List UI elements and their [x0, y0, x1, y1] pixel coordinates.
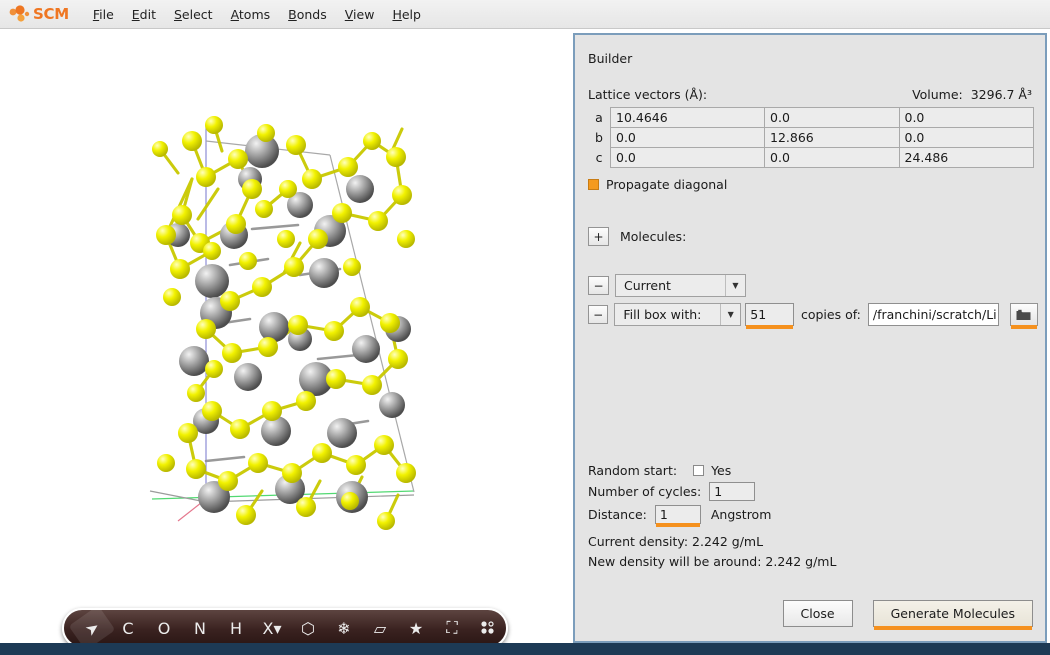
favorite-star-tool[interactable]: ★ [398, 613, 434, 643]
nitrogen-tool[interactable]: N [182, 613, 218, 643]
add-molecule-button[interactable]: + [588, 227, 609, 246]
lattice-vectors-label: Lattice vectors (Å): [588, 87, 708, 102]
lattice-b-z[interactable]: 0.0 [898, 127, 1034, 148]
lattice-row-label-c: c [595, 150, 603, 165]
molecule-row-fill-box: − Fill box with: ▼ 51 copies of: /franch… [588, 302, 1038, 329]
molecule-render [149, 116, 416, 530]
molecule-mode-select-1[interactable]: Current ▼ [615, 274, 746, 297]
molecule-rows: − Current ▼ − Fill box with: ▼ 51 copies… [588, 273, 1038, 329]
molecule-path-input[interactable]: /franchini/scratch/Li [867, 303, 999, 326]
close-button[interactable]: Close [782, 600, 853, 627]
lattice-b-x[interactable]: 0.0 [609, 127, 766, 148]
table-row: c 0.0 0.0 24.486 [588, 147, 1034, 168]
remove-molecule-row-1-button[interactable]: − [588, 276, 609, 295]
table-row: b 0.0 12.866 0.0 [588, 127, 1034, 148]
remove-molecule-row-2-button[interactable]: − [588, 305, 609, 324]
molecule-path-value: /franchini/scratch/Li [872, 307, 997, 322]
folder-icon [1016, 309, 1031, 320]
ring-tool[interactable]: ⬡ [290, 613, 326, 643]
propagate-diagonal-label: Propagate diagonal [606, 177, 728, 192]
builder-title: Builder [588, 51, 633, 66]
atom-tool-bar: ➤ C O N H X▾ ⬡ ❄ ▱ ★ ⛶ [62, 605, 508, 651]
hydrogen-tool[interactable]: H [218, 613, 254, 643]
random-start-yes-label: Yes [711, 462, 732, 478]
builder-panel: Builder Lattice vectors (Å): Volume: 329… [573, 33, 1047, 643]
menu-bonds[interactable]: Bonds [280, 4, 335, 25]
lattice-vectors-table: a 10.4646 0.0 0.0 b 0.0 12.866 0.0 c 0.0… [588, 107, 1034, 168]
molecule-mode-value-2: Fill box with: [623, 307, 702, 322]
lattice-a-x[interactable]: 10.4646 [609, 107, 766, 128]
atom-dots-tool[interactable] [470, 613, 506, 643]
cycles-label: Number of cycles: [588, 483, 702, 499]
random-start-checkbox[interactable] [693, 464, 705, 476]
lattice-a-z[interactable]: 0.0 [898, 107, 1034, 128]
volume-value: 3296.7 Å³ [970, 87, 1032, 102]
lattice-a-y[interactable]: 0.0 [764, 107, 900, 128]
copies-count-value: 51 [750, 307, 767, 322]
status-bar [0, 643, 1050, 655]
focus-underline [746, 325, 793, 329]
lattice-row-label-a: a [595, 110, 603, 125]
copies-count-input[interactable]: 51 [745, 303, 794, 329]
current-density-text: Current density: 2.242 g/mL [588, 534, 764, 549]
distance-label: Distance: [588, 506, 647, 522]
menu-help[interactable]: Help [384, 4, 429, 25]
oxygen-tool[interactable]: O [146, 613, 182, 643]
generate-molecules-label: Generate Molecules [890, 606, 1015, 621]
molecules-label: Molecules: [620, 229, 687, 244]
new-density-text: New density will be around: 2.242 g/mL [588, 554, 837, 569]
generation-settings: Random start: Yes Number of cycles: 1 Di… [588, 460, 772, 527]
plane-tool[interactable]: ▱ [362, 613, 398, 643]
menu-edit[interactable]: Edit [124, 4, 164, 25]
chevron-down-icon[interactable]: ▼ [720, 304, 740, 325]
menu-select[interactable]: Select [166, 4, 221, 25]
random-start-label: Random start: [588, 462, 678, 478]
molecule-row-current: − Current ▼ [588, 273, 1038, 298]
scm-molecule-logo-icon [9, 5, 30, 22]
volume-readout: Volume: 3296.7 Å³ [912, 87, 1032, 102]
random-start-row: Random start: Yes [588, 460, 771, 480]
lattice-c-x[interactable]: 0.0 [609, 147, 766, 168]
browse-file-button[interactable] [1009, 303, 1038, 329]
distance-row: Distance: 1 Angstrom [588, 504, 772, 527]
distance-unit-label: Angstrom [710, 506, 772, 522]
molecule-viewport[interactable] [0, 29, 570, 655]
lattice-row-label-b: b [595, 130, 603, 145]
molecules-header: + Molecules: [588, 227, 686, 246]
lattice-c-y[interactable]: 0.0 [764, 147, 900, 168]
focus-underline [655, 522, 700, 527]
menu-bar: SCM File Edit Select Atoms Bonds View He… [0, 0, 1050, 29]
copies-of-label: copies of: [800, 307, 861, 322]
scm-logo-text: SCM [33, 5, 69, 23]
chevron-down-icon[interactable]: ▼ [725, 275, 745, 296]
volume-label: Volume: [912, 87, 963, 102]
generate-molecules-button[interactable]: Generate Molecules [872, 600, 1033, 630]
dialog-buttons: Close Generate Molecules [782, 600, 1033, 630]
table-row: a 10.4646 0.0 0.0 [588, 107, 1034, 128]
molecule-mode-value-1: Current [624, 278, 671, 293]
propagate-diagonal-checkbox[interactable] [588, 179, 599, 190]
distance-input[interactable]: 1 [654, 504, 701, 527]
molecule-mode-select-2[interactable]: Fill box with: ▼ [614, 303, 742, 326]
lattice-c-z[interactable]: 24.486 [898, 147, 1034, 168]
other-element-tool[interactable]: X▾ [254, 613, 290, 643]
focus-underline [1010, 325, 1037, 329]
menu-view[interactable]: View [337, 4, 383, 25]
scm-logo[interactable]: SCM [8, 4, 69, 24]
propagate-diagonal-row[interactable]: Propagate diagonal [588, 177, 727, 192]
density-readout: Current density: 2.242 g/mL New density … [588, 532, 836, 572]
carbon-tool[interactable]: C [110, 613, 146, 643]
cycles-row: Number of cycles: 1 [588, 481, 771, 501]
unit-cell-tool[interactable]: ⛶ [434, 613, 470, 643]
atom-dots-icon [481, 621, 494, 634]
menu-file[interactable]: File [85, 4, 122, 25]
focus-underline [873, 626, 1032, 630]
cycles-value: 1 [714, 483, 723, 499]
crystal-tool[interactable]: ❄ [326, 613, 362, 643]
menu-atoms[interactable]: Atoms [223, 4, 279, 25]
lattice-b-y[interactable]: 12.866 [764, 127, 900, 148]
distance-value: 1 [659, 506, 668, 522]
cycles-input[interactable]: 1 [709, 481, 756, 501]
